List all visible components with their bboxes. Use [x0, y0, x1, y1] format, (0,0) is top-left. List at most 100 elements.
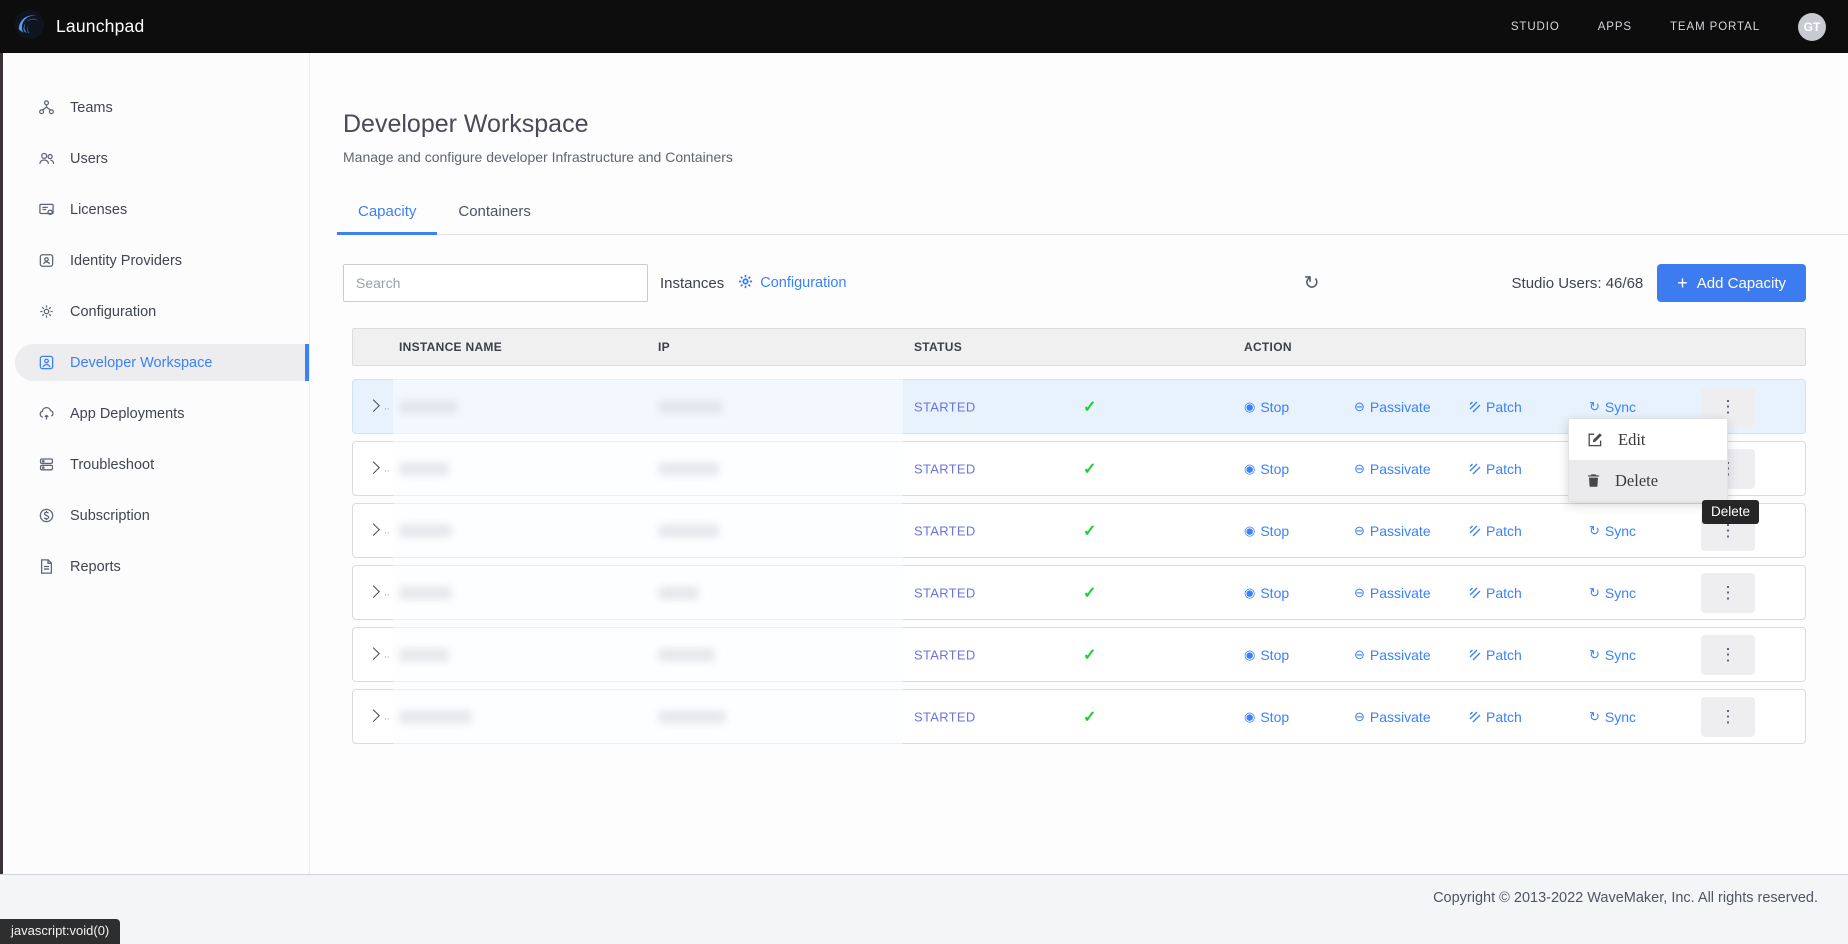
- delete-icon: [1586, 473, 1601, 488]
- configuration-link[interactable]: Configuration: [737, 273, 846, 294]
- sidebar-item-label: Subscription: [70, 508, 150, 524]
- teams-icon: [37, 99, 55, 117]
- instance-ip-redacted: [658, 586, 699, 599]
- passivate-action[interactable]: ⊖Passivate: [1354, 709, 1431, 725]
- instance-ip-redacted: [658, 710, 726, 723]
- row-expand-chevron-icon[interactable]: [367, 523, 380, 536]
- instances-label: Instances: [660, 275, 724, 292]
- stop-action-icon: ◉: [1244, 648, 1255, 661]
- instance-name-redacted: [399, 524, 452, 537]
- action-label: Passivate: [1370, 523, 1431, 539]
- instance-name-prefix: ..: [384, 463, 390, 474]
- column-header-status: STATUS: [914, 340, 962, 354]
- top-link-studio[interactable]: STUDIO: [1511, 21, 1560, 33]
- add-capacity-button[interactable]: + Add Capacity: [1657, 264, 1806, 302]
- sidebar-item-users[interactable]: Users: [15, 140, 309, 177]
- success-check-icon: ✓: [1083, 707, 1096, 727]
- sidebar-item-label: Developer Workspace: [70, 355, 212, 371]
- app-deployments-icon: [37, 405, 55, 423]
- passivate-action-icon: ⊖: [1354, 524, 1365, 537]
- patch-action[interactable]: Patch: [1469, 585, 1522, 601]
- search-input[interactable]: [343, 264, 648, 302]
- sidebar-item-label: App Deployments: [70, 406, 184, 422]
- left-window-edge: [0, 53, 3, 874]
- stop-action[interactable]: ◉Stop: [1244, 647, 1289, 663]
- action-label: Stop: [1260, 523, 1289, 539]
- action-label: Stop: [1260, 461, 1289, 477]
- sidebar-item-reports[interactable]: Reports: [15, 548, 309, 585]
- sidebar-item-label: Teams: [70, 100, 113, 116]
- subscription-icon: [37, 507, 55, 525]
- menu-item-label: Delete: [1615, 471, 1658, 491]
- patch-action[interactable]: Patch: [1469, 399, 1522, 415]
- studio-users-count: Studio Users: 46/68: [1512, 275, 1644, 292]
- patch-action[interactable]: Patch: [1469, 647, 1522, 663]
- row-expand-chevron-icon[interactable]: [367, 399, 380, 412]
- success-check-icon: ✓: [1083, 645, 1096, 665]
- patch-action-icon: [1469, 525, 1481, 537]
- sidebar-item-developer-workspace[interactable]: Developer Workspace: [15, 344, 309, 381]
- sidebar-item-configuration[interactable]: Configuration: [15, 293, 309, 330]
- row-menu-button[interactable]: ⋮: [1701, 697, 1755, 737]
- row-menu-button[interactable]: ⋮: [1701, 635, 1755, 675]
- sidebar-item-teams[interactable]: Teams: [15, 89, 309, 126]
- patch-action[interactable]: Patch: [1469, 709, 1522, 725]
- patch-action[interactable]: Patch: [1469, 523, 1522, 539]
- sync-action[interactable]: ↻Sync: [1589, 647, 1636, 663]
- stop-action[interactable]: ◉Stop: [1244, 709, 1289, 725]
- wavemaker-logo-icon: [14, 9, 45, 45]
- configuration-icon: [37, 303, 55, 321]
- stop-action-icon: ◉: [1244, 524, 1255, 537]
- row-menu-button[interactable]: ⋮: [1701, 573, 1755, 613]
- instance-name-redacted: [399, 648, 449, 661]
- menu-item-delete[interactable]: Delete: [1569, 460, 1727, 501]
- action-label: Patch: [1486, 585, 1522, 601]
- refresh-icon[interactable]: ↻: [1304, 274, 1320, 293]
- row-expand-chevron-icon[interactable]: [367, 709, 380, 722]
- column-header-ip: IP: [658, 340, 670, 354]
- row-expand-chevron-icon[interactable]: [367, 647, 380, 660]
- sidebar-item-licenses[interactable]: Licenses: [15, 191, 309, 228]
- sidebar-item-app-deployments[interactable]: App Deployments: [15, 395, 309, 432]
- menu-item-edit[interactable]: Edit: [1569, 419, 1727, 460]
- stop-action[interactable]: ◉Stop: [1244, 399, 1289, 415]
- stop-action[interactable]: ◉Stop: [1244, 585, 1289, 601]
- passivate-action-icon: ⊖: [1354, 710, 1365, 723]
- sync-action[interactable]: ↻Sync: [1589, 709, 1636, 725]
- action-label: Sync: [1605, 647, 1636, 663]
- sync-action[interactable]: ↻Sync: [1589, 399, 1636, 415]
- row-expand-chevron-icon[interactable]: [367, 585, 380, 598]
- brand[interactable]: Launchpad: [14, 9, 144, 45]
- top-link-team-portal[interactable]: TEAM PORTAL: [1670, 21, 1760, 33]
- action-label: Passivate: [1370, 461, 1431, 477]
- passivate-action[interactable]: ⊖ Passivate: [1354, 461, 1431, 477]
- passivate-action[interactable]: ⊖Passivate: [1354, 399, 1431, 415]
- stop-action[interactable]: ◉ Stop: [1244, 523, 1289, 539]
- sync-action[interactable]: ↻Sync: [1589, 585, 1636, 601]
- passivate-action[interactable]: ⊖ Passivate: [1354, 523, 1431, 539]
- sync-action[interactable]: ↻Sync: [1589, 523, 1636, 539]
- menu-item-label: Edit: [1618, 430, 1646, 450]
- sidebar-item-label: Configuration: [70, 304, 156, 320]
- sidebar-item-label: Users: [70, 151, 108, 167]
- sidebar-item-identity-providers[interactable]: Identity Providers: [15, 242, 309, 279]
- sidebar-item-subscription[interactable]: Subscription: [15, 497, 309, 534]
- passivate-action[interactable]: ⊖Passivate: [1354, 585, 1431, 601]
- row-expand-chevron-icon[interactable]: [367, 461, 380, 474]
- sidebar-item-troubleshoot[interactable]: Troubleshoot: [15, 446, 309, 483]
- avatar[interactable]: GT: [1798, 13, 1826, 41]
- stop-action[interactable]: ◉Stop: [1244, 461, 1289, 477]
- tab-containers[interactable]: Containers: [437, 193, 552, 234]
- top-link-apps[interactable]: APPS: [1598, 21, 1632, 33]
- passivate-action-icon: ⊖: [1354, 462, 1365, 475]
- tab-capacity[interactable]: Capacity: [337, 193, 437, 235]
- instance-name-prefix: ..: [384, 711, 390, 722]
- instance-name-redacted: [399, 710, 472, 723]
- instances-table: INSTANCE NAMEIPSTATUSACTION ..STARTED✓◉S…: [352, 328, 1806, 744]
- patch-action[interactable]: Patch: [1469, 461, 1522, 477]
- action-label: Passivate: [1370, 399, 1431, 415]
- sync-action-icon: ↻: [1589, 710, 1600, 723]
- toolbar: Instances Configuration ↻ Studio Users: …: [343, 264, 1806, 302]
- passivate-action-icon: ⊖: [1354, 586, 1365, 599]
- passivate-action[interactable]: ⊖Passivate: [1354, 647, 1431, 663]
